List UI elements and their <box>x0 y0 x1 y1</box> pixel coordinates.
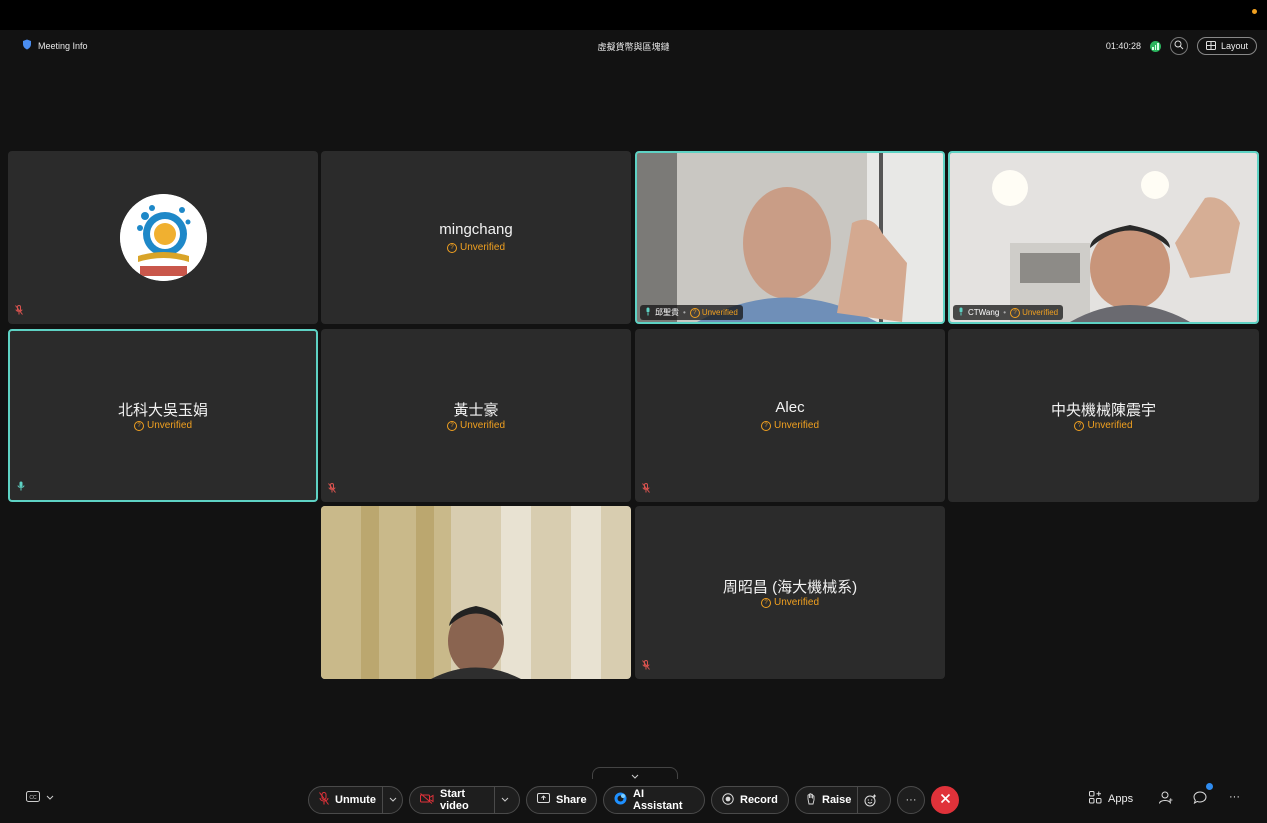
ai-assistant-icon <box>614 792 627 808</box>
chevron-down-icon[interactable] <box>46 792 54 804</box>
grid-layout-icon <box>1205 40 1216 52</box>
unverified-status: ? Unverified <box>948 420 1259 431</box>
unverified-status: ? Unverified <box>635 597 945 608</box>
more-menu-button[interactable]: ··· <box>1229 791 1240 803</box>
participant-tile[interactable]: mingchang ? Unverified <box>321 151 631 324</box>
participant-video-tile[interactable]: CTWang • ? Unverified <box>948 151 1259 324</box>
reactions-button[interactable] <box>857 787 877 813</box>
hand-icon <box>806 792 816 808</box>
start-video-button[interactable]: Start video <box>409 786 520 814</box>
chevron-down-icon[interactable] <box>494 787 509 813</box>
participant-name: 邱聖貴 <box>655 308 679 317</box>
participants-button[interactable] <box>1159 791 1173 807</box>
ai-assistant-button[interactable]: AI Assistant <box>603 786 705 814</box>
chevron-down-icon[interactable] <box>381 787 397 813</box>
question-icon: ? <box>689 307 700 318</box>
captions-button[interactable]: CC <box>26 791 54 805</box>
question-icon: ? <box>760 597 771 608</box>
participant-name: 黃士豪 <box>453 402 499 419</box>
layout-button[interactable]: Layout <box>1196 37 1257 55</box>
participant-tile[interactable] <box>8 151 318 324</box>
record-icon <box>722 792 734 808</box>
share-screen-icon <box>537 793 550 807</box>
question-icon: ? <box>1074 420 1085 431</box>
video-feed <box>637 153 943 322</box>
network-signal-icon[interactable] <box>1149 40 1161 52</box>
participants-icon <box>1159 791 1173 807</box>
chat-bubble-icon <box>1193 783 1213 807</box>
apps-grid-icon <box>1089 791 1102 807</box>
unverified-status: ? Unverified <box>321 242 631 253</box>
video-off-icon <box>420 793 434 807</box>
start-video-label: Start video <box>440 788 469 812</box>
participant-name: Alec <box>775 399 805 416</box>
layout-label: Layout <box>1220 41 1248 51</box>
video-feed <box>950 153 1257 322</box>
muted-mic-icon <box>328 480 336 498</box>
participant-nametag: CTWang • ? Unverified <box>953 305 1064 320</box>
participant-name: 北科大吳玉娟 <box>117 402 208 419</box>
participant-video-tile[interactable] <box>321 506 631 679</box>
meeting-timer: 01:40:28 <box>1105 41 1141 51</box>
close-icon <box>940 793 951 807</box>
share-button[interactable]: Share <box>526 786 597 814</box>
mic-icon <box>958 307 964 318</box>
chat-button[interactable] <box>1193 783 1213 807</box>
participant-tile[interactable]: 黃士豪 ? Unverified <box>321 329 631 502</box>
share-label: Share <box>556 794 587 806</box>
muted-mic-icon <box>15 302 23 320</box>
unmute-label: Unmute <box>335 794 376 806</box>
question-icon: ? <box>446 242 457 253</box>
meeting-title: 虛擬貨幣與區塊鏈 <box>597 42 670 52</box>
leave-meeting-button[interactable] <box>931 786 959 814</box>
question-icon: ? <box>760 420 771 431</box>
participant-name: mingchang <box>439 221 513 238</box>
participant-nametag: 邱聖貴 • ? Unverified <box>640 305 743 320</box>
magnifier-icon <box>1174 40 1184 52</box>
notification-dot <box>1206 783 1213 790</box>
organization-logo-avatar <box>120 194 207 281</box>
meeting-toolbar: CC Unmute Start video Share AI Assistant… <box>0 778 1267 823</box>
ellipsis-icon: ··· <box>905 794 917 806</box>
more-options-button[interactable]: ··· <box>897 786 925 814</box>
unverified-status: ? Unverified <box>321 420 631 431</box>
question-icon: ? <box>133 420 144 431</box>
unmute-button[interactable]: Unmute <box>308 786 403 814</box>
participant-video-tile[interactable]: 邱聖貴 • ? Unverified <box>635 151 945 324</box>
question-icon: ? <box>1010 307 1021 318</box>
recording-indicator-dot <box>1252 9 1257 14</box>
video-feed <box>321 506 631 679</box>
participant-name: CTWang <box>968 308 1000 317</box>
meeting-header: Meeting Info 虛擬貨幣與區塊鏈 01:40:28 Layout <box>0 30 1267 62</box>
participant-tile[interactable]: Alec ? Unverified <box>635 329 945 502</box>
participant-name: 中央機械陳震宇 <box>1050 402 1156 419</box>
participant-name: 周昭昌 (海大機械系) <box>722 579 858 596</box>
zoom-search-button[interactable] <box>1169 37 1188 55</box>
question-icon: ? <box>446 420 457 431</box>
ai-assistant-label: AI Assistant <box>633 788 683 812</box>
mic-icon <box>645 307 651 318</box>
participant-tile[interactable]: 周昭昌 (海大機械系) ? Unverified <box>635 506 945 679</box>
system-top-bar <box>0 0 1267 30</box>
muted-mic-icon <box>642 657 650 675</box>
participant-tile[interactable]: 中央機械陳震宇 ? Unverified <box>948 329 1259 502</box>
unverified-status: ? Unverified <box>635 420 945 431</box>
record-label: Record <box>740 794 778 806</box>
raise-hand-button[interactable]: Raise <box>795 786 891 814</box>
unverified-status: ? Unverified <box>10 420 316 431</box>
ellipsis-icon: ··· <box>1229 791 1240 803</box>
muted-mic-icon <box>642 480 650 498</box>
apps-button[interactable]: Apps <box>1089 791 1133 807</box>
record-button[interactable]: Record <box>711 786 789 814</box>
apps-label: Apps <box>1108 793 1134 805</box>
participant-tile[interactable]: 北科大吳玉娟 ? Unverified <box>8 329 318 502</box>
svg-text:CC: CC <box>29 795 37 801</box>
closed-captions-icon: CC <box>26 791 40 805</box>
mic-icon <box>17 478 25 496</box>
muted-mic-icon <box>319 792 329 808</box>
raise-label: Raise <box>822 794 852 806</box>
